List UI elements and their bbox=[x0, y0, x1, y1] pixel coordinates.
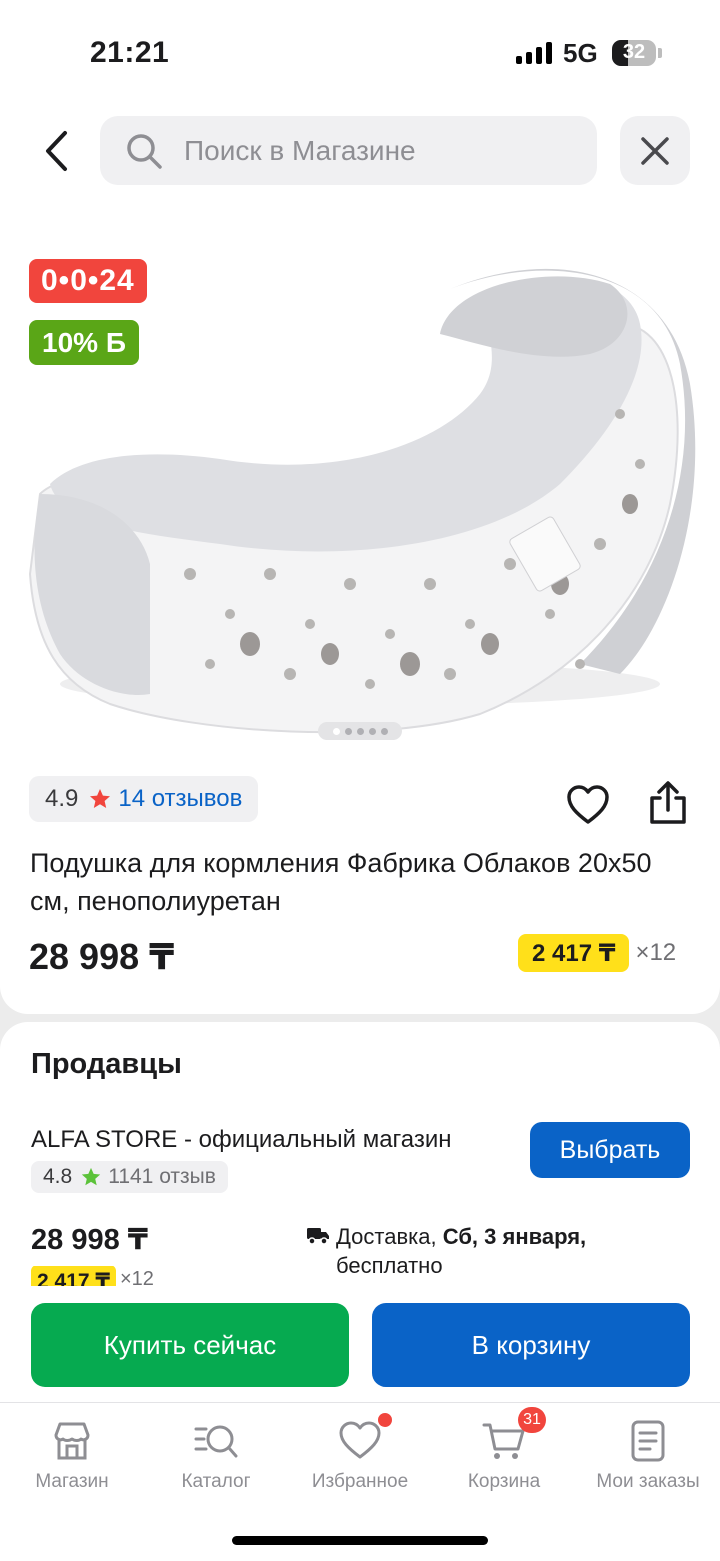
timer-badge: 0•0•24 bbox=[29, 259, 147, 303]
heart-icon bbox=[567, 785, 609, 824]
installment-months: ×12 bbox=[635, 939, 677, 966]
product-title: Подушка для кормления Фабрика Облаков 20… bbox=[30, 848, 652, 916]
bonus-badge: 10% Б bbox=[29, 320, 139, 365]
store-icon bbox=[50, 1419, 94, 1463]
seller-price: 28 998 ₸ bbox=[31, 1224, 148, 1256]
back-button[interactable] bbox=[36, 126, 76, 176]
battery-icon: 32 bbox=[612, 40, 656, 66]
tab-cart[interactable]: 31 Корзина bbox=[432, 1407, 576, 1493]
product-card: 0•0•24 10% Б 4.9 14 отзывов Подушка для … bbox=[0, 214, 720, 1014]
seller-name[interactable]: ALFA STORE - официальный магазин bbox=[31, 1126, 452, 1154]
pagination-dot bbox=[368, 727, 376, 735]
tab-label: Мои заказы bbox=[596, 1471, 700, 1492]
share-button[interactable] bbox=[646, 780, 690, 826]
chevron-left-icon bbox=[46, 131, 67, 171]
star-icon bbox=[80, 1166, 102, 1188]
star-icon bbox=[88, 787, 112, 811]
tab-label: Магазин bbox=[35, 1471, 109, 1492]
installment-amount: 2 417 ₸ bbox=[518, 934, 630, 972]
tab-orders[interactable]: Мои заказы bbox=[576, 1419, 720, 1493]
network-type: 5G bbox=[563, 38, 598, 68]
search-box[interactable] bbox=[100, 116, 597, 185]
choose-seller-button[interactable]: Выбрать bbox=[530, 1122, 690, 1178]
orders-icon bbox=[626, 1419, 670, 1463]
signal-icon bbox=[516, 42, 552, 64]
product-image[interactable] bbox=[20, 244, 700, 734]
notification-dot bbox=[378, 1413, 392, 1427]
tab-favorites[interactable]: Избранное bbox=[288, 1413, 432, 1493]
delivery-prefix: Доставка, bbox=[336, 1224, 437, 1249]
cart-icon: 31 bbox=[482, 1407, 546, 1463]
reviews-count: 14 отзывов bbox=[118, 785, 243, 812]
heart-icon bbox=[338, 1413, 392, 1463]
favorite-button[interactable] bbox=[566, 784, 610, 826]
buy-now-button[interactable]: Купить сейчас bbox=[31, 1303, 349, 1387]
pagination-dot bbox=[356, 727, 364, 735]
close-icon bbox=[641, 136, 669, 165]
image-pagination[interactable] bbox=[318, 722, 402, 740]
cart-count-badge: 31 bbox=[518, 1407, 546, 1433]
share-icon bbox=[650, 781, 686, 824]
search-icon bbox=[124, 131, 164, 171]
delivery-info: Доставка, Сб, 3 января, бесплатно bbox=[306, 1222, 586, 1280]
tab-label: Каталог bbox=[181, 1471, 251, 1492]
catalog-search-icon bbox=[194, 1419, 238, 1463]
delivery-cost: бесплатно bbox=[336, 1253, 443, 1278]
tab-store[interactable]: Магазин bbox=[0, 1419, 144, 1493]
pagination-dot bbox=[380, 727, 388, 735]
search-header bbox=[0, 104, 720, 214]
status-bar: 21:21 5G 32 bbox=[0, 0, 720, 104]
pagination-dot bbox=[344, 727, 352, 735]
sellers-heading: Продавцы bbox=[31, 1048, 182, 1080]
seller-installment: 2 417 ₸ ×12 bbox=[31, 1266, 154, 1286]
add-to-cart-button[interactable]: В корзину bbox=[372, 1303, 690, 1387]
rating-value: 4.9 bbox=[45, 785, 79, 812]
product-price: 28 998 ₸ bbox=[29, 936, 175, 977]
rating-reviews-link[interactable]: 4.9 14 отзывов bbox=[29, 776, 259, 822]
home-indicator bbox=[232, 1536, 488, 1545]
delivery-date: Сб, 3 января, bbox=[442, 1224, 587, 1249]
battery-cap bbox=[658, 48, 662, 58]
status-time: 21:21 bbox=[90, 36, 170, 69]
close-button[interactable] bbox=[620, 116, 690, 185]
pagination-dot bbox=[332, 727, 340, 735]
seller-reviews: 1141 отзыв bbox=[108, 1165, 216, 1188]
seller-rating: 4.8 1141 отзыв bbox=[31, 1161, 228, 1193]
tab-label: Корзина bbox=[467, 1471, 541, 1492]
seller-rating-value: 4.8 bbox=[43, 1165, 73, 1188]
battery-level: 32 bbox=[622, 41, 646, 63]
seller-installment-amount: 2 417 ₸ bbox=[31, 1266, 116, 1286]
truck-icon bbox=[307, 1228, 329, 1245]
tab-label: Избранное bbox=[311, 1471, 409, 1492]
search-input[interactable] bbox=[184, 134, 564, 167]
installment-info: 2 417 ₸ ×12 bbox=[518, 934, 676, 972]
tab-catalog[interactable]: Каталог bbox=[144, 1419, 288, 1493]
seller-installment-months: ×12 bbox=[120, 1267, 154, 1287]
